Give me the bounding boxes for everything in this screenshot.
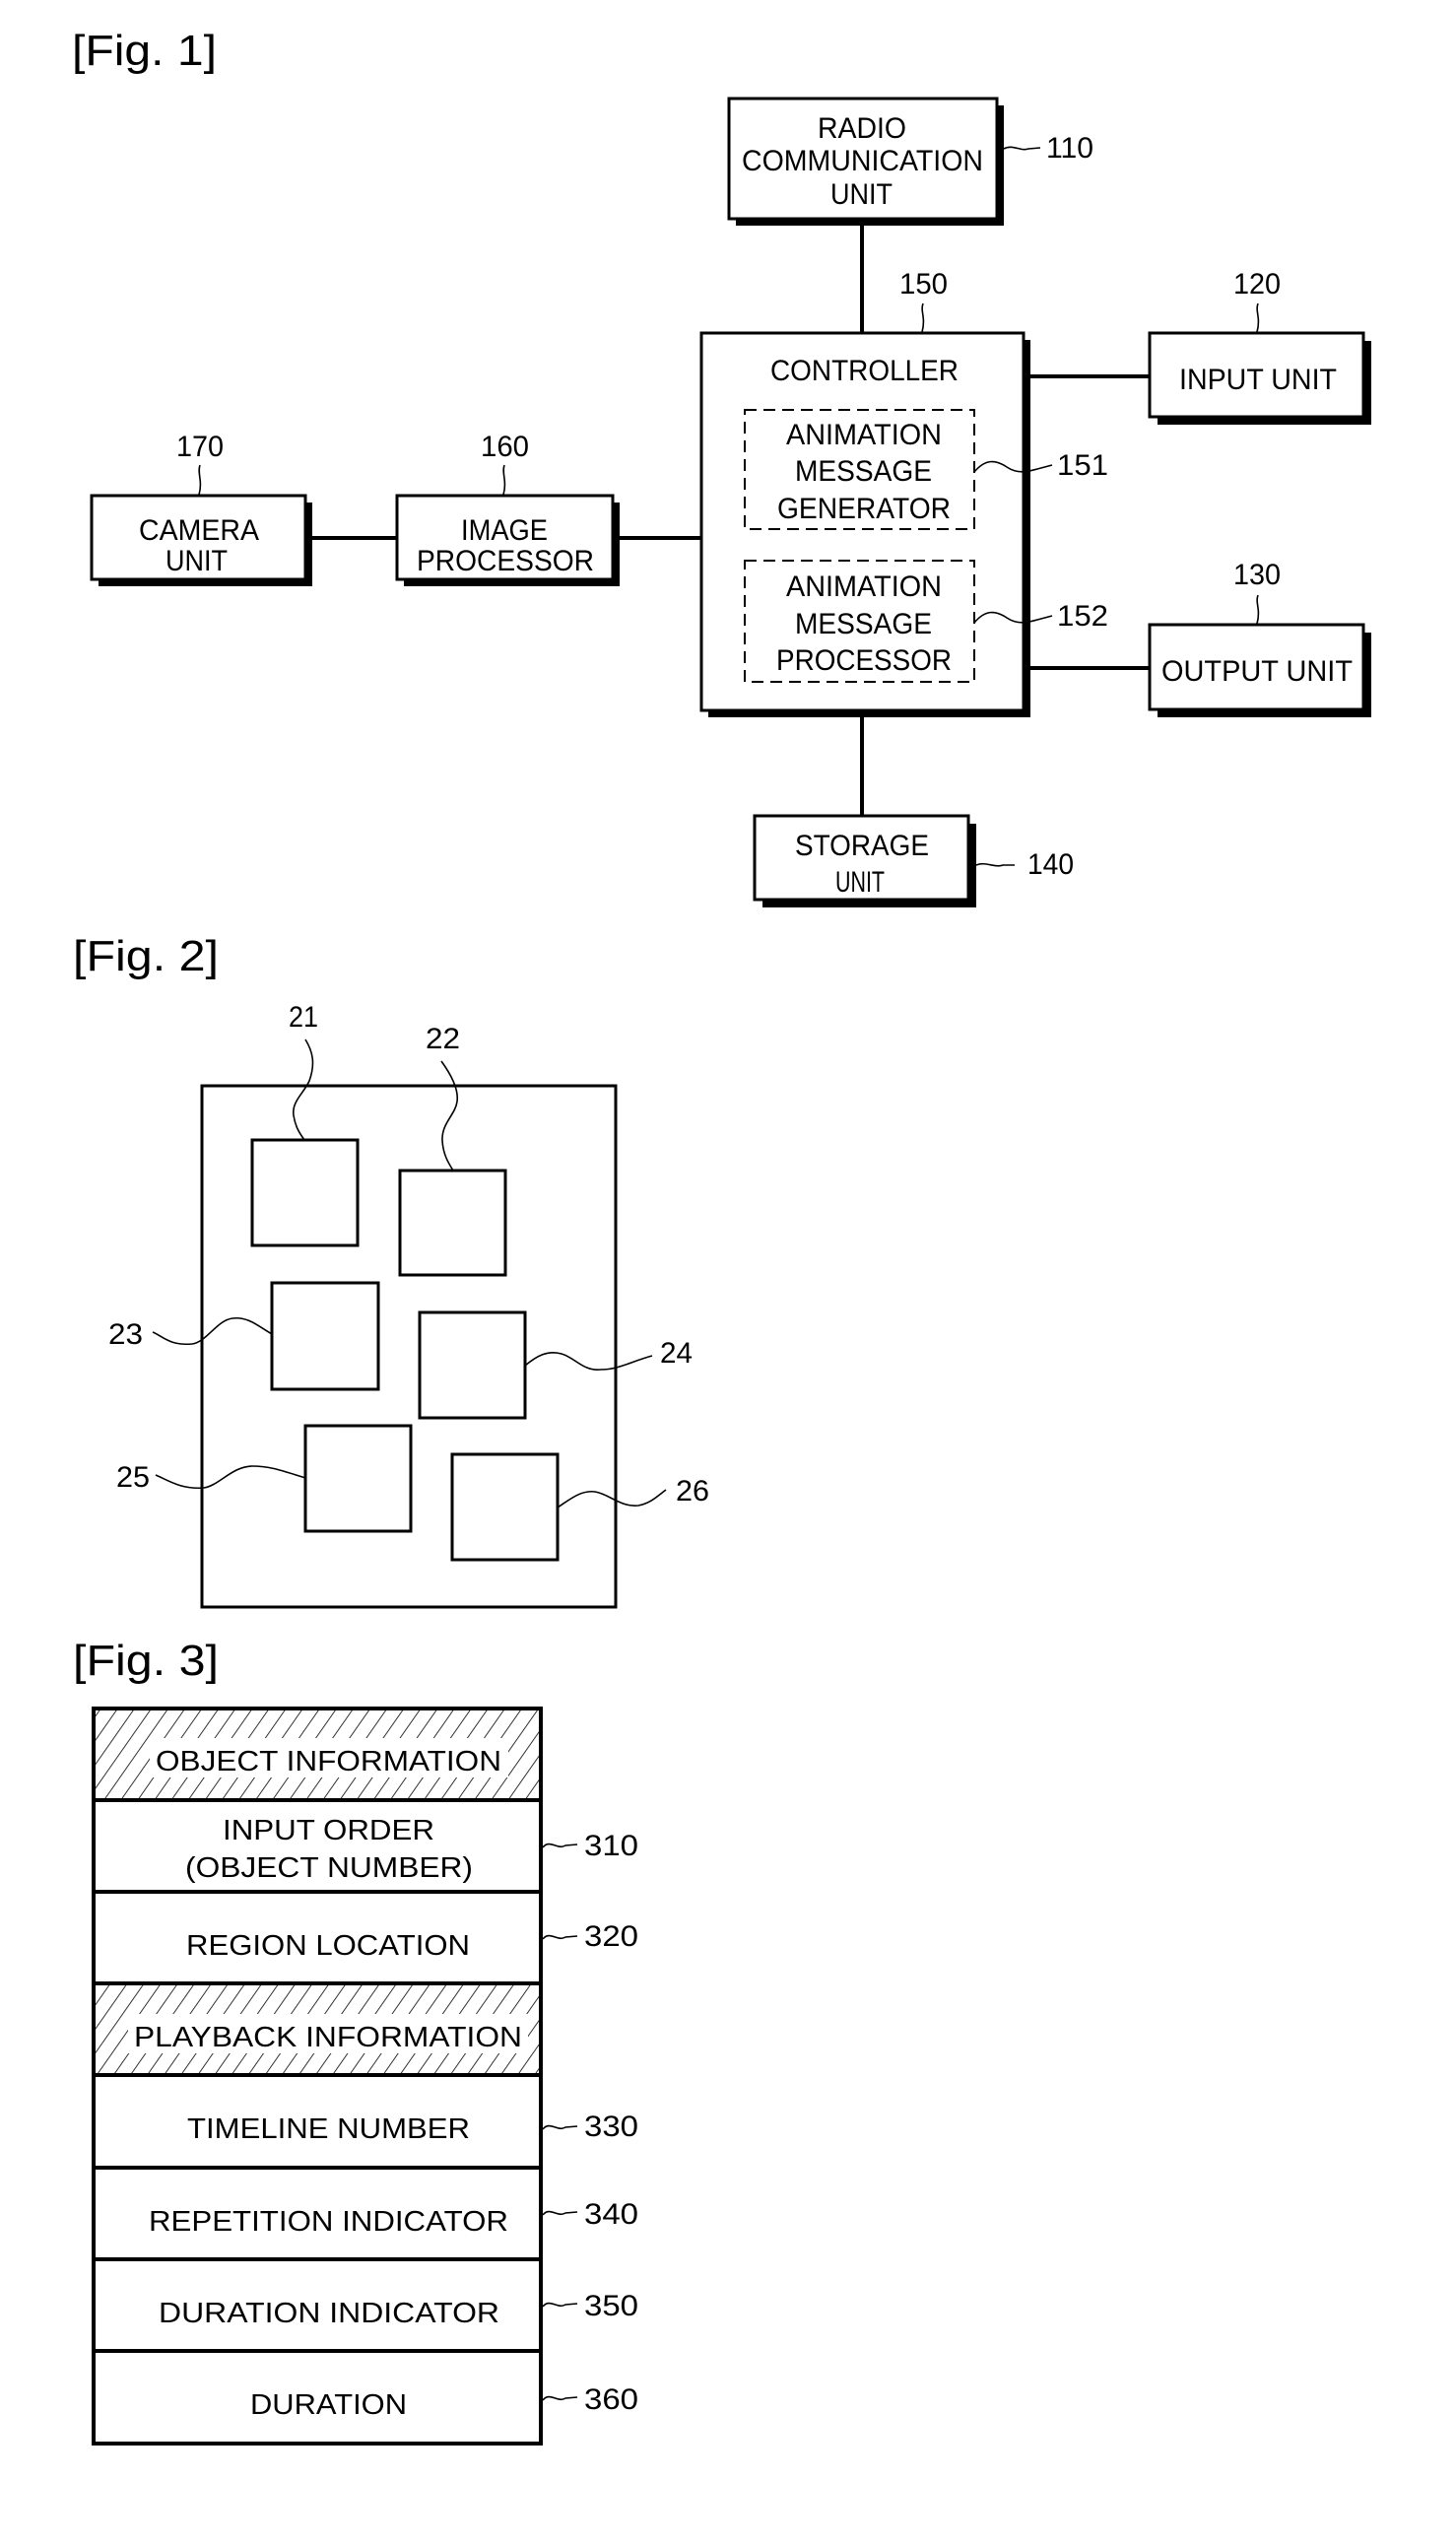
- message-structure-table: OBJECT INFORMATION INPUT ORDER (OBJECT N…: [92, 1707, 638, 2446]
- ref-350: 350: [584, 2290, 638, 2322]
- leader-320: [542, 1934, 578, 1940]
- row-label-object-number: (OBJECT NUMBER): [185, 1852, 473, 1884]
- leader-330: [542, 2124, 578, 2130]
- output-unit-label: OUTPUT UNIT: [1161, 655, 1353, 688]
- leader-110: [1003, 146, 1041, 151]
- ref-130: 130: [1233, 559, 1281, 591]
- controller-label: CONTROLLER: [770, 355, 959, 387]
- camera-label-line2: UNIT: [165, 545, 228, 577]
- leader-310: [542, 1843, 578, 1848]
- ref-170: 170: [176, 431, 224, 463]
- output-unit-block: OUTPUT UNIT 130: [1148, 559, 1371, 717]
- processor-label-line3: PROCESSOR: [776, 644, 952, 677]
- input-unit-label: INPUT UNIT: [1179, 364, 1337, 396]
- radio-label-line1: RADIO: [818, 112, 906, 145]
- leader-120: [1256, 302, 1260, 333]
- figure-3-title: [Fig. 3]: [73, 1637, 219, 1685]
- ref-340: 340: [584, 2198, 638, 2231]
- ref-22: 22: [426, 1023, 460, 1055]
- leader-170: [198, 464, 202, 496]
- storage-unit-block: STORAGE UNIT 140: [753, 814, 1074, 907]
- ref-26: 26: [676, 1475, 709, 1508]
- processor-label-line2: MESSAGE: [795, 608, 932, 640]
- ref-25: 25: [116, 1461, 150, 1494]
- ref-151: 151: [1057, 449, 1108, 482]
- row-label-timeline-number: TIMELINE NUMBER: [187, 2113, 470, 2145]
- figure-1-title: [Fig. 1]: [72, 27, 217, 75]
- figure-1: [Fig. 1] RADIO COMMUNICATION UNIT 110 CO…: [72, 27, 1371, 907]
- leader-130: [1256, 594, 1260, 625]
- leader-160: [502, 464, 506, 496]
- controller-block: CONTROLLER 150 ANIMATION MESSAGE GENERAT…: [699, 268, 1108, 717]
- radio-label-line3: UNIT: [830, 178, 893, 211]
- ref-110: 110: [1046, 132, 1093, 165]
- ref-330: 330: [584, 2111, 638, 2143]
- ref-320: 320: [584, 1920, 638, 1953]
- leader-340: [542, 2210, 578, 2216]
- object-21: [250, 1138, 360, 1247]
- ref-152: 152: [1057, 600, 1108, 633]
- ref-24: 24: [660, 1337, 693, 1370]
- input-unit-block: INPUT UNIT 120: [1148, 268, 1371, 425]
- leader-360: [542, 2395, 578, 2401]
- row-label-input-order: INPUT ORDER: [223, 1815, 434, 1846]
- image-processor-block: IMAGE PROCESSOR 160: [395, 431, 620, 586]
- generator-label-line2: MESSAGE: [795, 455, 932, 488]
- row-label-playback-information: PLAYBACK INFORMATION: [134, 2022, 522, 2053]
- storage-label-line2: UNIT: [835, 866, 885, 899]
- ref-150: 150: [899, 268, 948, 301]
- ref-120: 120: [1233, 268, 1281, 301]
- ref-310: 310: [584, 1830, 638, 1862]
- object-24: [418, 1310, 527, 1420]
- figure-2: [Fig. 2] 21 22 23 24 25 26: [73, 932, 709, 1609]
- image-processor-label-line1: IMAGE: [461, 514, 548, 547]
- object-25: [303, 1424, 413, 1533]
- ref-140: 140: [1027, 848, 1074, 881]
- ref-21: 21: [289, 1001, 318, 1034]
- figure-2-title: [Fig. 2]: [73, 932, 219, 980]
- radio-label-line2: COMMUNICATION: [742, 145, 983, 177]
- leader-350: [542, 2302, 578, 2308]
- storage-label-line1: STORAGE: [795, 830, 929, 862]
- processor-label-line1: ANIMATION: [786, 570, 942, 603]
- generator-label-line3: GENERATOR: [777, 493, 951, 525]
- ref-23: 23: [108, 1318, 143, 1351]
- row-label-duration-indicator: DURATION INDICATOR: [159, 2298, 499, 2329]
- row-label-duration: DURATION: [250, 2389, 407, 2421]
- leader-150: [921, 302, 925, 333]
- ref-160: 160: [481, 431, 529, 463]
- generator-label-line1: ANIMATION: [786, 419, 942, 451]
- camera-label-line1: CAMERA: [139, 514, 259, 547]
- camera-unit-block: CAMERA UNIT 170: [90, 431, 312, 586]
- image-processor-label-line2: PROCESSOR: [417, 545, 594, 577]
- ref-360: 360: [584, 2383, 638, 2416]
- leader-140: [975, 862, 1015, 867]
- row-label-region-location: REGION LOCATION: [186, 1930, 470, 1962]
- row-label-object-information: OBJECT INFORMATION: [156, 1746, 501, 1777]
- patent-drawing-sheet: [Fig. 1] RADIO COMMUNICATION UNIT 110 CO…: [72, 27, 1371, 2446]
- figure-3: [Fig. 3] OBJECT INFORMATION INPUT ORDER …: [73, 1637, 638, 2446]
- row-label-repetition-indicator: REPETITION INDICATOR: [149, 2206, 508, 2238]
- object-26: [450, 1452, 560, 1562]
- object-23: [270, 1281, 380, 1391]
- object-22: [398, 1169, 507, 1277]
- radio-communication-unit-block: RADIO COMMUNICATION UNIT 110: [727, 97, 1093, 226]
